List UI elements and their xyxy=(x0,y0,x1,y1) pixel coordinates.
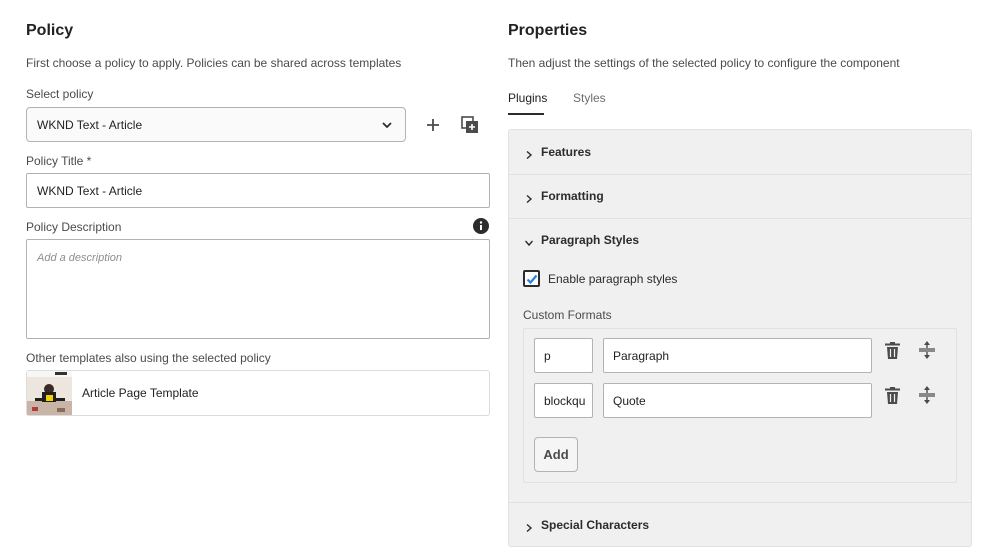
section-formatting-label: Formatting xyxy=(541,189,604,203)
format-tag-input[interactable]: p xyxy=(534,338,593,373)
enable-paragraph-styles-checkbox[interactable] xyxy=(523,270,540,287)
reorder-format-handle[interactable] xyxy=(914,337,940,363)
reorder-format-handle[interactable] xyxy=(914,382,940,408)
template-name: Article Page Template xyxy=(82,386,199,400)
format-name-input[interactable]: Paragraph xyxy=(603,338,872,373)
checkmark-icon xyxy=(526,274,537,284)
custom-formats-label: Custom Formats xyxy=(523,308,612,322)
format-tag-value: blockqu xyxy=(544,393,586,408)
info-icon[interactable] xyxy=(473,218,489,234)
add-format-button[interactable]: Add xyxy=(534,437,578,472)
tab-styles[interactable]: Styles xyxy=(573,91,606,105)
select-policy-dropdown[interactable]: WKND Text - Article xyxy=(26,107,406,142)
policy-description-label: Policy Description xyxy=(26,220,122,234)
chevron-right-icon xyxy=(525,148,533,160)
chevron-down-icon xyxy=(381,119,393,134)
chevron-right-icon xyxy=(525,521,533,533)
section-features[interactable]: Features xyxy=(509,130,971,174)
policy-description-placeholder: Add a description xyxy=(37,252,122,264)
format-tag-value: p xyxy=(544,348,551,363)
drag-handle-icon xyxy=(919,341,935,359)
section-paragraph-styles-label: Paragraph Styles xyxy=(541,233,640,247)
delete-format-button[interactable] xyxy=(879,337,905,363)
section-special-characters[interactable]: Special Characters xyxy=(509,503,971,547)
trash-icon xyxy=(884,386,900,404)
format-tag-input[interactable]: blockqu xyxy=(534,383,593,418)
active-tab-indicator xyxy=(508,113,544,115)
policy-title-value: WKND Text - Article xyxy=(37,183,143,198)
policy-description-textarea[interactable]: Add a description xyxy=(26,239,490,339)
section-special-characters-label: Special Characters xyxy=(541,518,650,532)
trash-icon xyxy=(884,341,900,359)
format-name-input[interactable]: Quote xyxy=(603,383,872,418)
section-paragraph-styles[interactable]: Paragraph Styles xyxy=(509,218,971,262)
select-policy-value: WKND Text - Article xyxy=(37,117,143,132)
plus-icon xyxy=(427,119,439,131)
policy-title-input[interactable]: WKND Text - Article xyxy=(26,173,490,208)
tab-plugins[interactable]: Plugins xyxy=(508,91,547,105)
template-card[interactable]: Article Page Template xyxy=(26,370,490,416)
add-policy-button[interactable] xyxy=(420,112,446,138)
chevron-down-icon xyxy=(524,236,534,247)
format-name-value: Quote xyxy=(613,393,646,408)
delete-format-button[interactable] xyxy=(879,382,905,408)
other-templates-label: Other templates also using the selected … xyxy=(26,351,271,365)
format-name-value: Paragraph xyxy=(613,348,670,363)
enable-paragraph-styles-label: Enable paragraph styles xyxy=(548,272,678,286)
policy-title-label: Policy Title * xyxy=(26,154,92,168)
properties-description: Then adjust the settings of the selected… xyxy=(508,56,900,70)
template-thumbnail xyxy=(27,371,72,415)
policy-description-text: First choose a policy to apply. Policies… xyxy=(26,56,402,70)
section-features-label: Features xyxy=(541,145,592,159)
duplicate-icon xyxy=(461,116,478,133)
properties-heading: Properties xyxy=(508,22,588,39)
drag-handle-icon xyxy=(919,386,935,404)
select-policy-label: Select policy xyxy=(26,87,94,101)
chevron-right-icon xyxy=(525,192,533,204)
section-formatting[interactable]: Formatting xyxy=(509,174,971,218)
policy-heading: Policy xyxy=(26,22,74,39)
duplicate-policy-button[interactable] xyxy=(457,112,483,138)
